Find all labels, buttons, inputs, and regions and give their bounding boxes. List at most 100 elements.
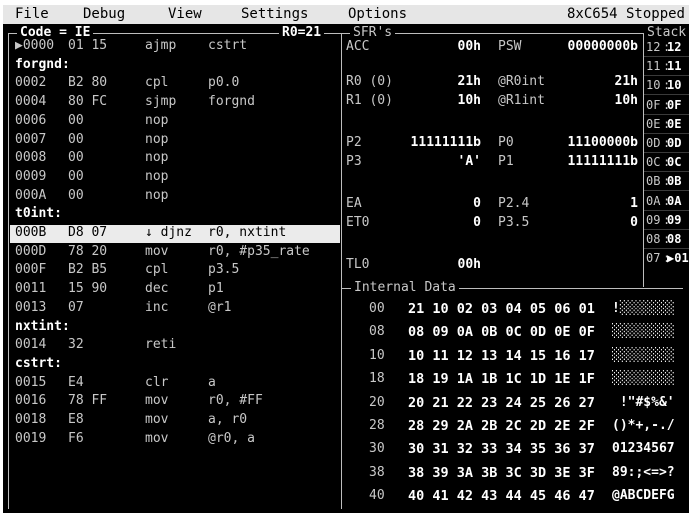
code-mnemonic: cpl: [145, 262, 169, 278]
code-address[interactable]: 0015: [15, 374, 46, 392]
menu-debug[interactable]: Debug: [83, 6, 125, 22]
code-operands: p0.0: [208, 75, 240, 91]
sfr-label: P2.4: [498, 196, 530, 211]
idata-bytes[interactable]: 20 21 22 23 24 25 26 27: [408, 394, 595, 412]
code-register-display: R0=21: [279, 26, 325, 40]
stack-value[interactable]: ▶01: [667, 249, 689, 267]
idata-ascii: ()*+,-./: [612, 418, 675, 433]
stack-value[interactable]: 0D: [667, 134, 687, 152]
idata-bytes[interactable]: 40 41 42 43 44 45 46 47: [408, 487, 595, 505]
code-address[interactable]: 0019: [15, 430, 46, 448]
idata-address: 08: [369, 324, 385, 340]
menu-file[interactable]: File: [15, 6, 49, 22]
code-address[interactable]: 0011: [15, 280, 46, 298]
code-address[interactable]: 000B: [15, 224, 46, 242]
stack-address: 11: [646, 59, 661, 74]
code-address[interactable]: 000D: [15, 243, 46, 261]
idata-address: 30: [369, 441, 385, 457]
sfr-value[interactable]: 1: [548, 195, 638, 213]
sfr-label: TL0: [346, 257, 370, 272]
idata-address: 38: [369, 464, 385, 480]
code-address[interactable]: 0016: [15, 392, 46, 410]
stack-address: 10: [646, 78, 661, 93]
code-operands: @r1: [208, 299, 232, 315]
stack-value[interactable]: 12: [667, 38, 687, 56]
sfr-value[interactable]: 'A': [403, 153, 481, 171]
sfr-value[interactable]: 0: [548, 214, 638, 232]
idata-bytes[interactable]: 21 10 02 03 04 05 06 01: [408, 300, 595, 318]
stack-value[interactable]: 0A: [667, 192, 687, 210]
code-mnemonic: nop: [145, 131, 169, 147]
code-address[interactable]: 000F: [15, 261, 46, 279]
menu-view[interactable]: View: [168, 6, 202, 22]
code-operands: p3.5: [208, 262, 240, 278]
code-bytes: F6: [68, 430, 84, 446]
sfr-label: ACC: [346, 39, 370, 54]
sfr-value[interactable]: 11111111b: [548, 153, 638, 171]
code-address[interactable]: 0014: [15, 336, 46, 354]
sfr-label: ET0: [346, 215, 370, 230]
code-bytes: 78 20: [68, 243, 108, 259]
code-bytes: 00: [68, 187, 84, 203]
idata-bytes[interactable]: 28 29 2A 2B 2C 2D 2E 2F: [408, 417, 595, 435]
stack-value[interactable]: 0E: [667, 115, 687, 133]
sfr-value[interactable]: 10h: [403, 92, 481, 110]
code-address[interactable]: 0008: [15, 149, 46, 167]
stack-value[interactable]: 09: [667, 211, 687, 229]
menu-settings[interactable]: Settings: [241, 6, 308, 22]
sfr-value[interactable]: 00000000b: [548, 38, 638, 56]
menu-options[interactable]: Options: [348, 6, 407, 22]
code-label: nxtint:: [15, 318, 70, 334]
sfr-label: @R0int: [498, 74, 545, 89]
idata-ascii: ░░░░░░░░: [612, 347, 675, 363]
internal-data-title: Internal Data: [351, 281, 459, 295]
idata-bytes[interactable]: 10 11 12 13 14 15 16 17: [408, 347, 595, 365]
code-bytes: 15 90: [68, 281, 108, 297]
stack-value[interactable]: 08: [667, 230, 687, 248]
code-address[interactable]: 0018: [15, 411, 46, 429]
sfr-value[interactable]: 21h: [548, 73, 638, 91]
code-bytes: 00: [68, 112, 84, 128]
code-operands: @r0, a: [208, 430, 255, 446]
code-address[interactable]: 0006: [15, 112, 46, 130]
code-address[interactable]: 0009: [15, 168, 46, 186]
code-address[interactable]: 000A: [15, 187, 46, 205]
sfr-value[interactable]: 10h: [548, 92, 638, 110]
stack-value[interactable]: 0C: [667, 153, 687, 171]
idata-ascii: !░░░░░░░: [612, 301, 675, 316]
code-mnemonic: mov: [145, 393, 169, 409]
code-address[interactable]: ▶0000: [15, 37, 54, 55]
idata-bytes[interactable]: 08 09 0A 0B 0C 0D 0E 0F: [408, 323, 595, 341]
code-label: cstrt:: [15, 355, 62, 371]
code-address[interactable]: 0002: [15, 74, 46, 92]
idata-bytes[interactable]: 38 39 3A 3B 3C 3D 3E 3F: [408, 464, 595, 482]
stack-value[interactable]: 0B: [667, 172, 687, 190]
stack-address: 0E: [646, 116, 661, 131]
code-bytes: 07: [68, 299, 84, 315]
sfr-value[interactable]: 0: [403, 214, 481, 232]
stack-address: 0D: [646, 136, 661, 150]
code-address[interactable]: 0007: [15, 131, 46, 149]
sfr-value[interactable]: 00h: [403, 256, 481, 274]
sfr-value[interactable]: 11100000b: [548, 134, 638, 152]
code-address[interactable]: 0004: [15, 93, 46, 111]
sfr-value[interactable]: 11111111b: [403, 134, 481, 152]
sfr-value[interactable]: 0: [403, 195, 481, 213]
code-mnemonic: mov: [145, 243, 169, 259]
code-bytes: 78 FF: [68, 393, 108, 409]
sfr-value[interactable]: 21h: [403, 73, 481, 91]
stack-value[interactable]: 10: [667, 76, 687, 94]
code-operands: r0, #p35_rate: [208, 243, 310, 259]
idata-address: 20: [369, 394, 385, 410]
stack-value[interactable]: 0F: [667, 96, 687, 114]
idata-bytes[interactable]: 30 31 32 33 34 35 36 37: [408, 440, 595, 458]
code-operands: r0, nxtint: [208, 225, 287, 240]
idata-bytes[interactable]: 18 19 1A 1B 1C 1D 1E 1F: [408, 370, 595, 388]
stack-address: 0F: [646, 97, 661, 112]
sfr-value[interactable]: 00h: [403, 38, 481, 56]
sfr-label: P2: [346, 135, 362, 150]
code-address[interactable]: 0013: [15, 299, 46, 317]
idata-ascii: ░░░░░░░░: [612, 324, 675, 340]
stack-value[interactable]: 11: [667, 57, 687, 75]
code-mnemonic: sjmp: [145, 94, 177, 110]
